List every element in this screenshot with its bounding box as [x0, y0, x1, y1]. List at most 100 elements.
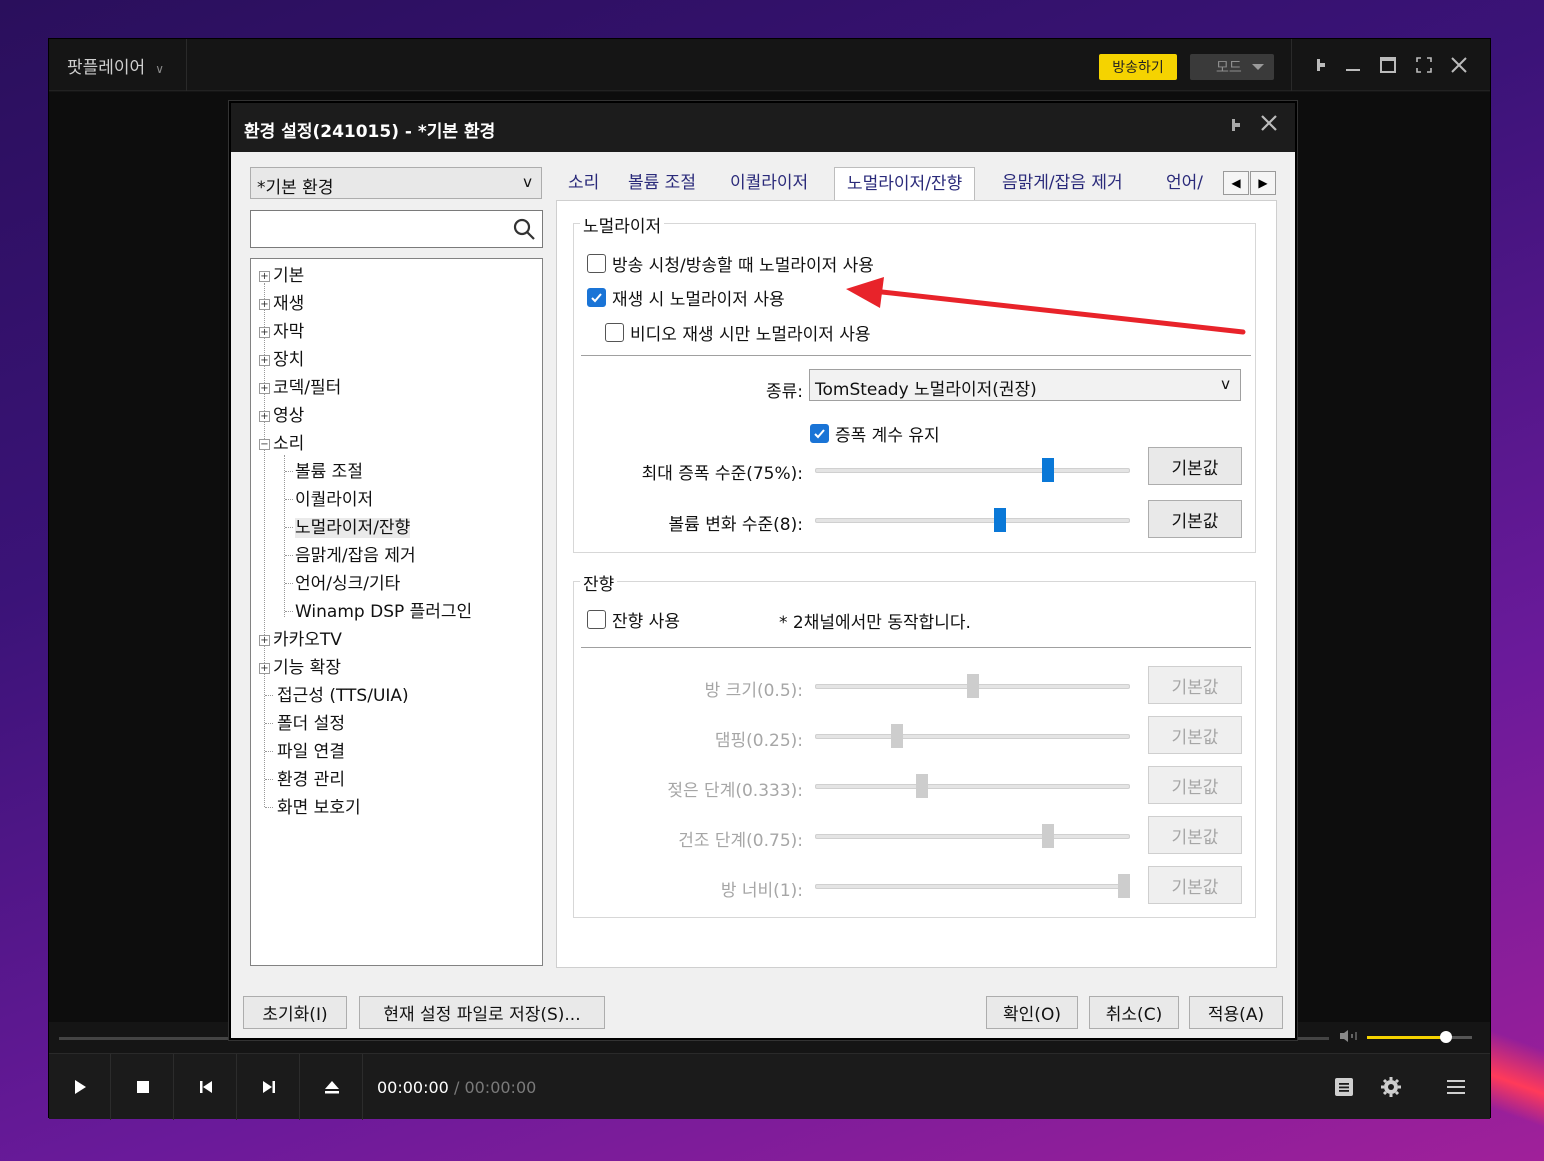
damping-default-button: 기본값 [1148, 716, 1242, 754]
tree-item-extension[interactable]: + 기능 확장 [259, 655, 341, 681]
tab-equalizer[interactable]: 이퀄라이저 [718, 167, 820, 200]
volume-knob[interactable] [1439, 1031, 1452, 1043]
ok-button[interactable]: 확인(O) [986, 996, 1078, 1029]
gear-icon[interactable] [1378, 1074, 1404, 1100]
max-amp-default-button[interactable]: 기본값 [1148, 447, 1242, 485]
max-amp-slider[interactable] [815, 458, 1130, 482]
slider-thumb [890, 724, 903, 748]
dry-slider [815, 824, 1130, 848]
pin-icon[interactable] [1223, 115, 1243, 140]
tree-item-equalizer[interactable]: 이퀄라이저 [295, 487, 373, 513]
checkmark-icon[interactable] [587, 288, 606, 307]
tree-item-device[interactable]: + 장치 [259, 347, 304, 373]
previous-button[interactable] [175, 1054, 237, 1120]
arrow-left-icon[interactable]: ◀ [1223, 171, 1249, 195]
player-titlebar: 팟플레이어 ∨ 방송하기 모드 [49, 39, 1490, 91]
next-button[interactable] [238, 1054, 300, 1120]
control-bar: 00:00:00 / 00:00:00 [49, 1053, 1490, 1120]
tab-volume[interactable]: 볼륨 조절 [616, 167, 708, 200]
slider-thumb[interactable] [993, 508, 1006, 532]
reset-button[interactable]: 초기화(I) [243, 996, 347, 1029]
playback-normalizer-checkbox[interactable]: 재생 시 노멀라이저 사용 [587, 285, 785, 310]
volume-change-slider[interactable] [815, 508, 1130, 532]
maximize-icon[interactable] [1376, 53, 1400, 77]
volume-fill [1367, 1036, 1446, 1039]
tree-item-language[interactable]: 언어/싱크/기타 [295, 571, 400, 597]
total-time: 00:00:00 [464, 1078, 537, 1097]
tab-denoise[interactable]: 음맑게/잡음 제거 [990, 167, 1135, 200]
dialog-title: 환경 설정(241015) - *기본 환경 [244, 122, 496, 142]
tree-item-winamp[interactable]: Winamp DSP 플러그인 [295, 599, 472, 625]
save-settings-file-button[interactable]: 현재 설정 파일로 저장(S)... [359, 996, 605, 1029]
menu-icon[interactable] [1443, 1074, 1469, 1100]
tree-item-denoise[interactable]: 음맑게/잡음 제거 [295, 543, 416, 569]
tree-item-playback[interactable]: + 재생 [259, 291, 304, 317]
checkbox-box[interactable] [587, 610, 606, 629]
tab-normalizer[interactable]: 노멀라이저/잔향 [834, 167, 976, 201]
expand-icon[interactable]: + [259, 634, 270, 646]
broadcast-button[interactable]: 방송하기 [1099, 54, 1177, 80]
app-menu[interactable]: 팟플레이어 ∨ [67, 53, 164, 78]
room-size-label: 방 크기(0.5): [704, 681, 803, 701]
tree-item-volume[interactable]: 볼륨 조절 [295, 459, 363, 485]
playlist-icon[interactable] [1331, 1074, 1357, 1100]
expand-icon[interactable]: + [259, 326, 270, 338]
close-icon[interactable] [1447, 53, 1471, 77]
stop-button[interactable] [112, 1054, 174, 1120]
tab-sound[interactable]: 소리 [556, 167, 611, 200]
profile-dropdown[interactable]: *기본 환경 v [250, 167, 542, 199]
tree-item-env-manage[interactable]: 환경 관리 [277, 767, 345, 793]
search-field[interactable] [250, 210, 543, 248]
expand-icon[interactable]: + [259, 298, 270, 310]
expand-icon[interactable]: + [259, 354, 270, 366]
cancel-button[interactable]: 취소(C) [1089, 996, 1179, 1029]
tree-item-file-assoc[interactable]: 파일 연결 [277, 739, 345, 765]
arrow-right-icon[interactable]: ▶ [1250, 171, 1276, 195]
tree-item-sound[interactable]: − 소리 [259, 431, 304, 457]
tree-item-accessibility[interactable]: 접근성 (TTS/UIA) [277, 683, 409, 709]
minimize-icon[interactable] [1341, 53, 1365, 77]
eject-button[interactable] [301, 1054, 363, 1120]
tree-item-video[interactable]: + 영상 [259, 403, 304, 429]
expand-icon[interactable]: + [259, 270, 270, 282]
tree-item-screensaver[interactable]: 화면 보호기 [277, 795, 361, 821]
keep-gain-checkbox[interactable]: 증폭 계수 유지 [810, 421, 940, 446]
checkbox-box[interactable] [587, 254, 606, 273]
search-icon[interactable] [512, 217, 536, 245]
close-icon[interactable] [1259, 111, 1279, 139]
pin-icon[interactable] [1306, 53, 1330, 77]
tree-item-kakao[interactable]: + 카카오TV [259, 627, 342, 653]
speaker-icon[interactable] [1339, 1029, 1359, 1047]
apply-button[interactable]: 적용(A) [1189, 996, 1283, 1029]
profile-value: *기본 환경 [257, 178, 334, 198]
volume-change-default-button[interactable]: 기본값 [1148, 500, 1242, 538]
mode-dropdown[interactable]: 모드 [1190, 54, 1274, 80]
video-only-normalizer-checkbox[interactable]: 비디오 재생 시만 노멀라이저 사용 [605, 320, 871, 345]
tree-item-basic[interactable]: + 기본 [259, 263, 304, 289]
slider-thumb [915, 774, 928, 798]
volume-change-label: 볼륨 변화 수준(8): [668, 515, 803, 535]
tab-language[interactable]: 언어/싱 [1154, 167, 1224, 200]
volume-slider[interactable] [1367, 1031, 1472, 1043]
tab-panel: 노멀라이저 방송 시청/방송할 때 노멀라이저 사용 재생 시 노멀라이저 사용… [556, 200, 1277, 968]
fullscreen-icon[interactable] [1412, 53, 1436, 77]
expand-icon[interactable]: + [259, 410, 270, 422]
play-button[interactable] [49, 1054, 111, 1120]
reverb-use-checkbox[interactable]: 잔향 사용 [587, 607, 680, 632]
collapse-icon[interactable]: − [259, 438, 270, 450]
current-time: 00:00:00 [377, 1078, 449, 1097]
tree-item-folder[interactable]: 폴더 설정 [277, 711, 345, 737]
normalizer-type-dropdown[interactable]: TomSteady 노멀라이저(권장) v [809, 369, 1241, 401]
titlebar-divider [186, 39, 187, 91]
expand-icon[interactable]: + [259, 382, 270, 394]
type-label: 종류: [765, 382, 803, 402]
checkbox-box[interactable] [605, 323, 624, 342]
slider-thumb[interactable] [1042, 458, 1055, 482]
tree-item-subtitle[interactable]: + 자막 [259, 319, 304, 345]
tree-item-codec[interactable]: + 코덱/필터 [259, 375, 341, 401]
normalizer-type-value: TomSteady 노멀라이저(권장) [815, 380, 1037, 400]
tree-item-normalizer[interactable]: 노멀라이저/잔향 [295, 515, 411, 541]
expand-icon[interactable]: + [259, 662, 270, 674]
broadcast-normalizer-checkbox[interactable]: 방송 시청/방송할 때 노멀라이저 사용 [587, 251, 874, 276]
checkmark-icon[interactable] [810, 424, 829, 443]
